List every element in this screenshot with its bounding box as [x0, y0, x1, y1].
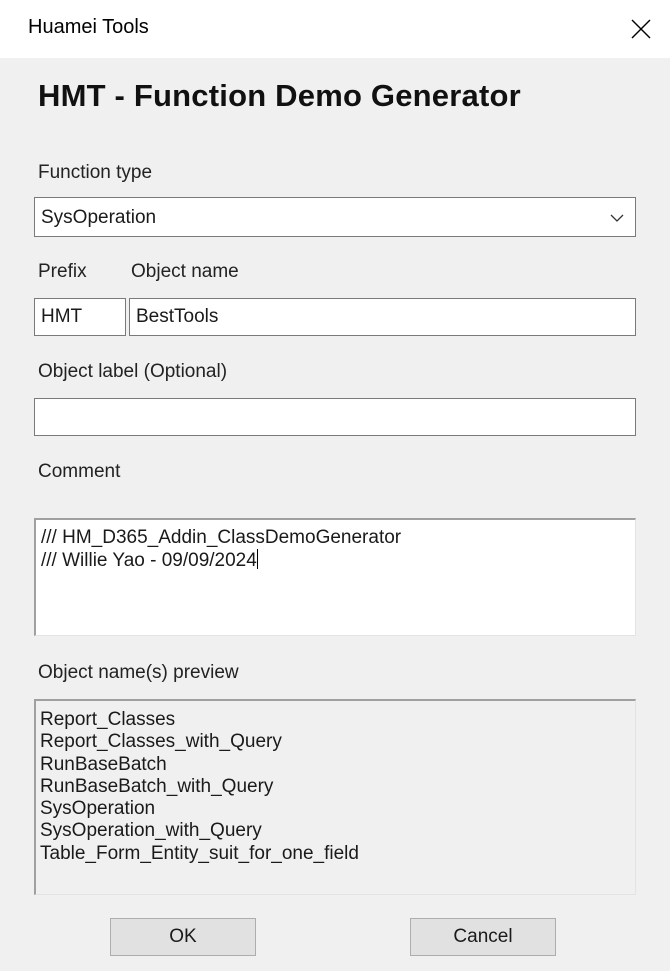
ok-button[interactable]: OK — [110, 918, 256, 956]
preview-item: SysOperation_with_Query — [40, 820, 262, 842]
preview-item: RunBaseBatch — [40, 753, 167, 775]
object-name-preview-list: Report_Classes Report_Classes_with_Query… — [34, 699, 636, 895]
dialog-heading: HMT - Function Demo Generator — [38, 78, 521, 113]
preview-item: SysOperation — [40, 798, 156, 820]
object-name-input[interactable]: BestTools — [129, 298, 636, 336]
preview-item: Report_Classes — [40, 709, 176, 730]
object-label-input[interactable] — [34, 398, 636, 436]
comment-line: /// HM_D365_Addin_ClassDemoGenerator — [41, 527, 402, 548]
function-type-label: Function type — [38, 162, 153, 183]
chevron-down-icon — [610, 214, 624, 222]
close-button[interactable] — [612, 0, 670, 58]
function-type-select[interactable]: SysOperation — [34, 197, 636, 237]
comment-line-with-caret: /// Willie Yao - 09/09/2024 — [41, 549, 630, 572]
cancel-button[interactable]: Cancel — [410, 918, 556, 956]
comment-line: /// Willie Yao - 09/09/2024 — [41, 550, 257, 571]
close-icon — [631, 19, 651, 39]
function-type-value: SysOperation — [41, 207, 157, 228]
window-title: Huamei Tools — [28, 16, 149, 38]
preview-item: Report_Classes_with_Query — [40, 731, 282, 753]
prefix-label: Prefix — [38, 261, 87, 282]
comment-label: Comment — [38, 461, 121, 482]
prefix-field[interactable]: HMT — [34, 298, 126, 336]
object-label-label: Object label (Optional) — [38, 361, 228, 382]
object-name-label: Object name — [131, 261, 239, 282]
text-caret — [256, 549, 258, 569]
preview-item: RunBaseBatch_with_Query — [40, 775, 274, 797]
preview-label: Object name(s) preview — [38, 662, 239, 683]
comment-textarea[interactable]: /// HM_D365_Addin_ClassDemoGenerator ///… — [34, 518, 636, 636]
preview-item: Table_Form_Entity_suit_for_one_field — [40, 842, 359, 864]
title-bar: Huamei Tools — [0, 0, 670, 58]
